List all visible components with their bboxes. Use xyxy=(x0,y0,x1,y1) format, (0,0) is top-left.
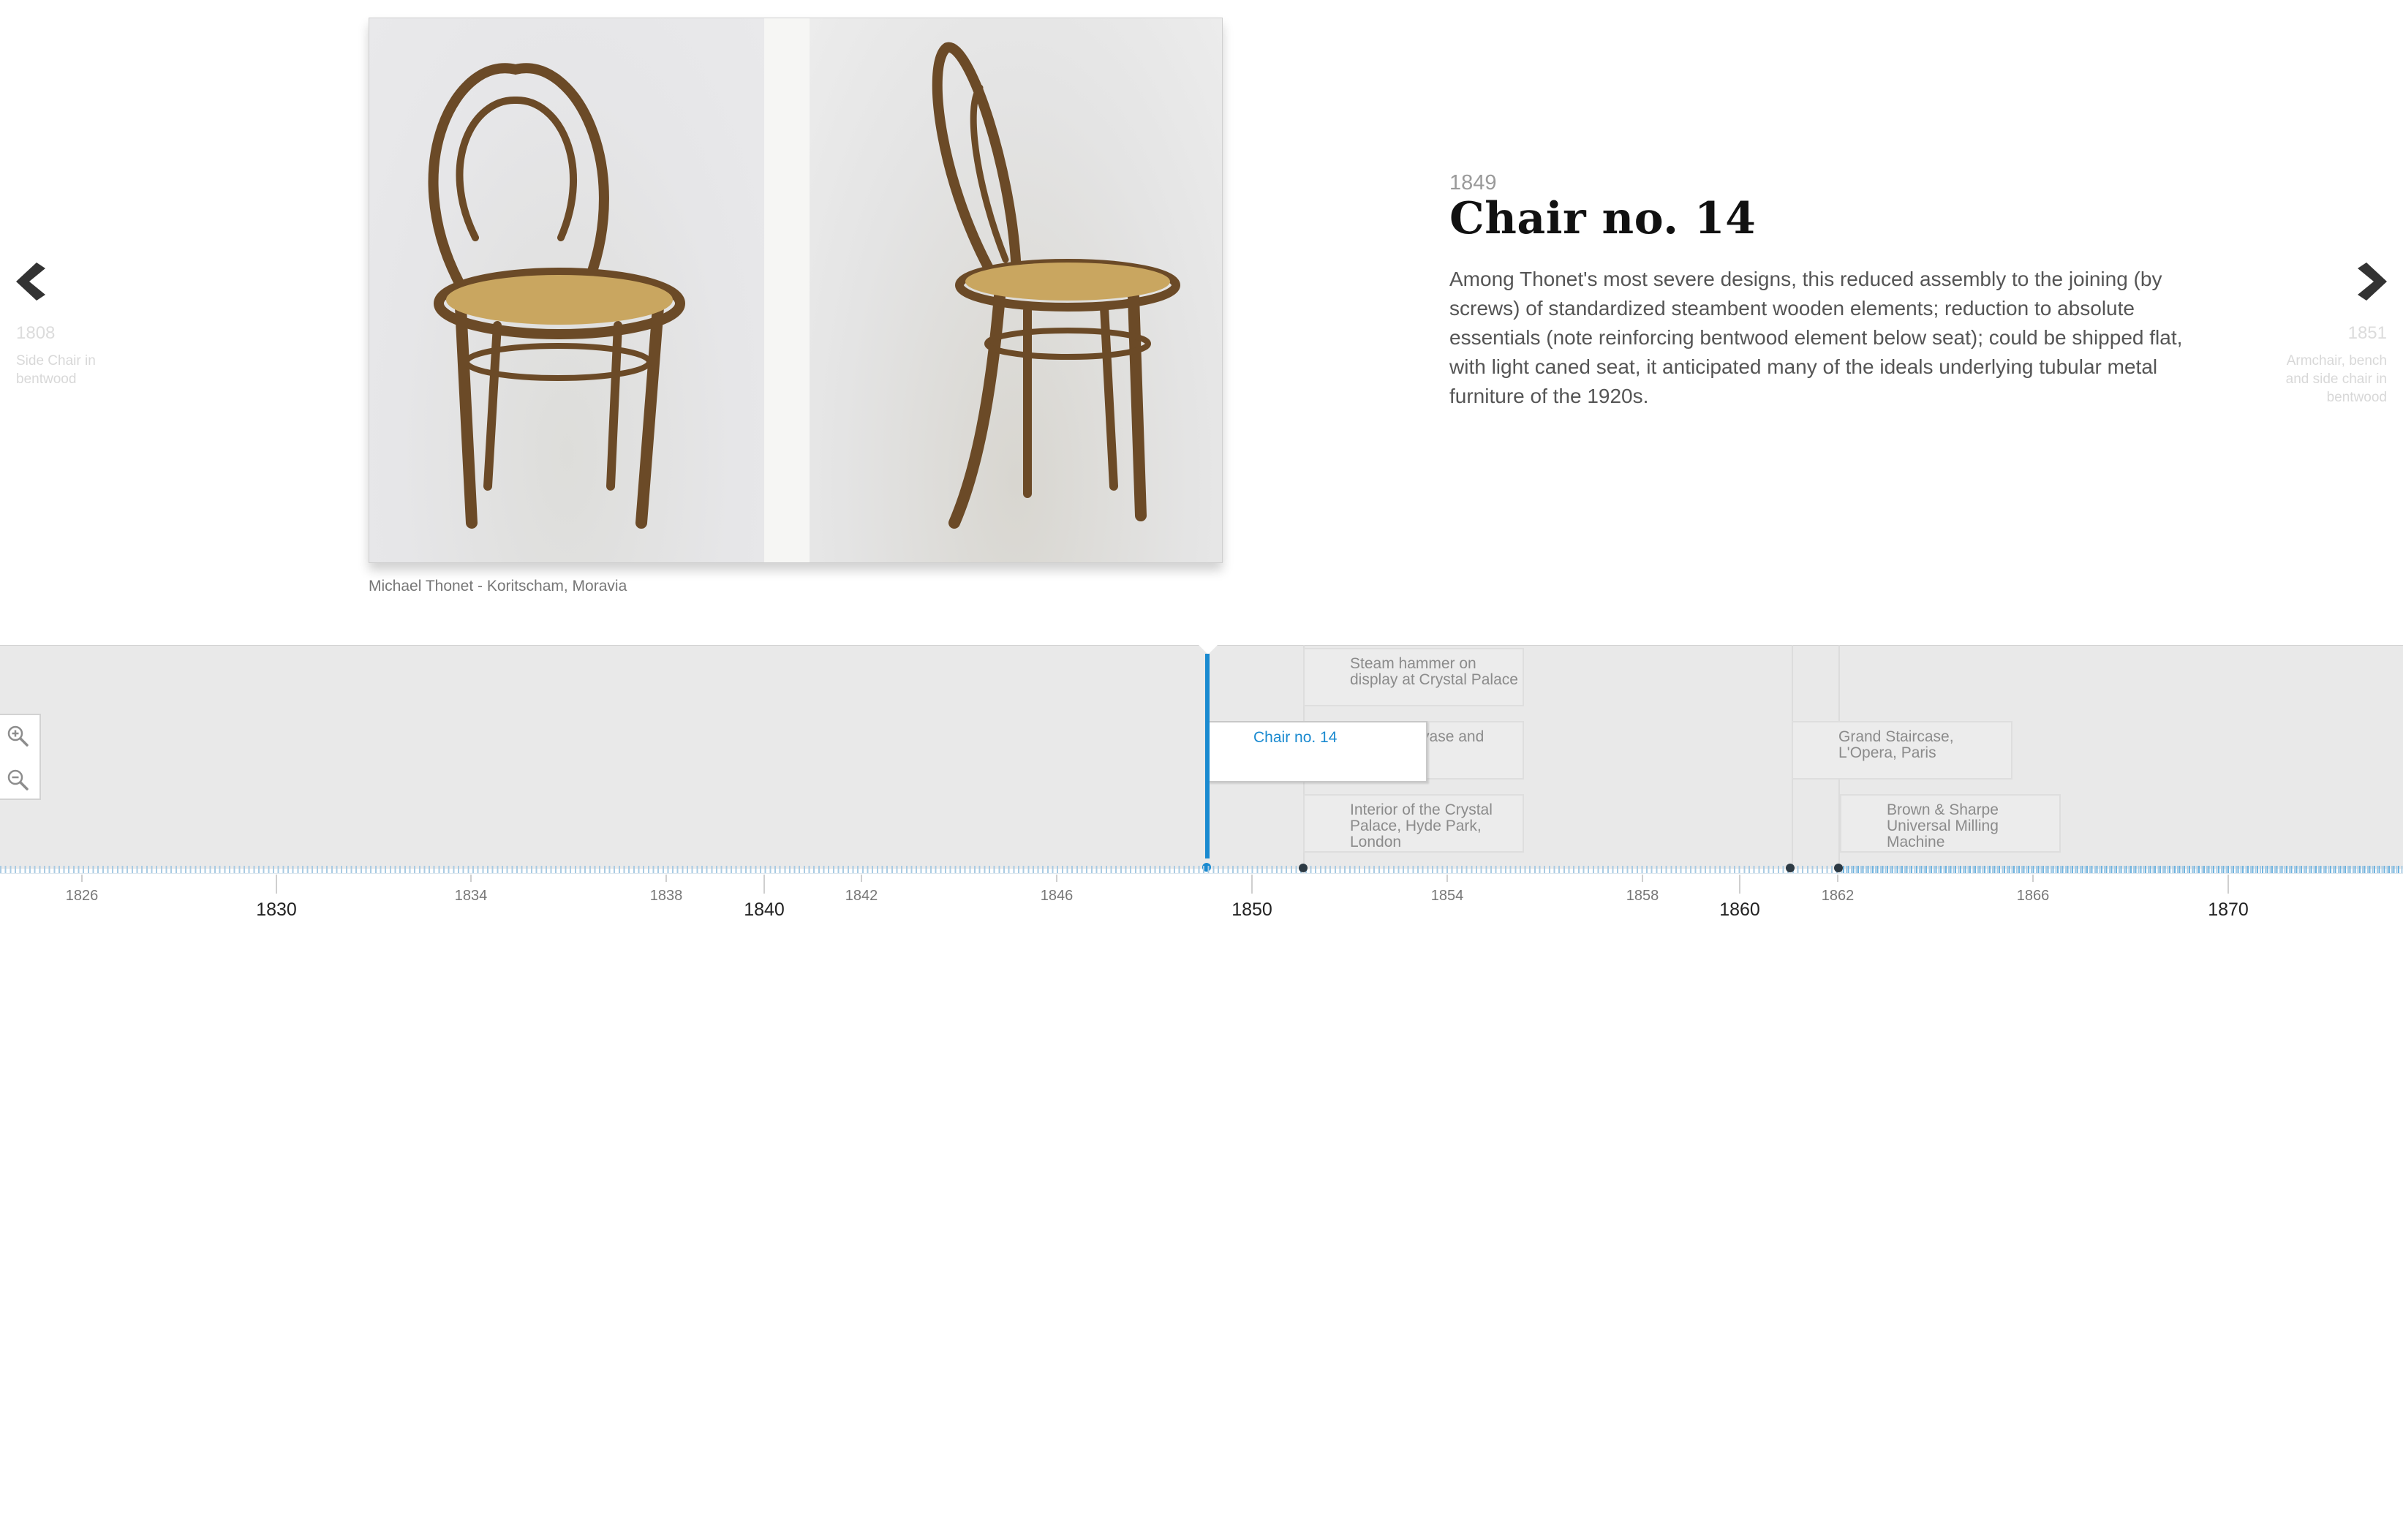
event-dot[interactable] xyxy=(1786,864,1795,872)
next-slide-title[interactable]: Armchair, bench and side chair in bentwo… xyxy=(2270,352,2387,407)
axis-tick xyxy=(1739,875,1740,894)
next-slide-button[interactable] xyxy=(2355,260,2391,303)
axis-year-label: 1854 xyxy=(1430,888,1464,904)
axis-year-label: 1838 xyxy=(649,888,683,904)
axis-tick xyxy=(81,875,83,882)
axis-tick xyxy=(1446,875,1448,882)
chair-illustration xyxy=(428,42,1180,529)
axis-tick xyxy=(1251,875,1253,894)
axis-year-label: 1866 xyxy=(2016,888,2050,904)
axis-year-label: 1826 xyxy=(65,888,99,904)
axis-tick xyxy=(2227,875,2229,894)
prev-slide-button[interactable] xyxy=(12,260,48,303)
axis-tick xyxy=(1056,875,1057,882)
axis-year-label: 1840 xyxy=(744,899,785,920)
event-dot[interactable] xyxy=(1834,864,1843,872)
timeline-event-active[interactable]: Chair no. 14 xyxy=(1208,721,1427,782)
axis-tick xyxy=(276,875,277,894)
photo-caption: Michael Thonet - Koritscham, Moravia xyxy=(369,578,627,595)
slide-description: Among Thonet's most severe designs, this… xyxy=(1449,268,2183,407)
axis-year-label: 1850 xyxy=(1231,899,1272,920)
axis-tick xyxy=(2032,875,2034,882)
slide-date: 1849 xyxy=(1449,171,1497,195)
axis-tick xyxy=(470,875,472,882)
timeline-event[interactable]: Grand Staircase, L'Opera, Paris xyxy=(1792,721,2012,780)
prev-slide-title[interactable]: Side Chair in bentwood xyxy=(16,352,126,388)
chevron-left-icon xyxy=(16,263,45,301)
axis-year-label: 1862 xyxy=(1821,888,1855,904)
axis-tick xyxy=(763,875,765,894)
axis-year-label: 1858 xyxy=(1626,888,1659,904)
zoom-controls xyxy=(0,714,41,800)
axis-tick xyxy=(665,875,667,882)
axis-tick xyxy=(861,875,862,882)
slide-title: Chair no. 14 xyxy=(1449,193,1757,244)
axis-year-label: 1860 xyxy=(1719,899,1760,920)
axis-year-label: 1830 xyxy=(256,899,297,920)
chevron-right-icon xyxy=(2358,263,2387,301)
current-marker-line xyxy=(1205,654,1210,858)
timeline-event[interactable]: Steam hammer on display at Crystal Palac… xyxy=(1303,648,1524,706)
axis-tick xyxy=(1837,875,1838,882)
zoom-in-icon[interactable] xyxy=(6,724,29,747)
axis-year-label: 1834 xyxy=(454,888,488,904)
timeline-event[interactable]: Interior of the Crystal Palace, Hyde Par… xyxy=(1303,794,1524,853)
timeline-event[interactable]: Brown & Sharpe Universal Milling Machine xyxy=(1840,794,2061,853)
event-dot[interactable] xyxy=(1299,864,1308,872)
axis-year-label: 1870 xyxy=(2208,899,2249,920)
zoom-out-icon[interactable] xyxy=(6,768,29,791)
axis-year-label: 1846 xyxy=(1040,888,1074,904)
axis-year-label: 1842 xyxy=(845,888,878,904)
slide-photo xyxy=(369,18,1223,563)
prev-slide-date[interactable]: 1808 xyxy=(16,323,55,344)
timeline-axis-baseline xyxy=(0,873,2403,874)
next-slide-date[interactable]: 1851 xyxy=(2348,323,2387,344)
axis-tick xyxy=(1642,875,1643,882)
